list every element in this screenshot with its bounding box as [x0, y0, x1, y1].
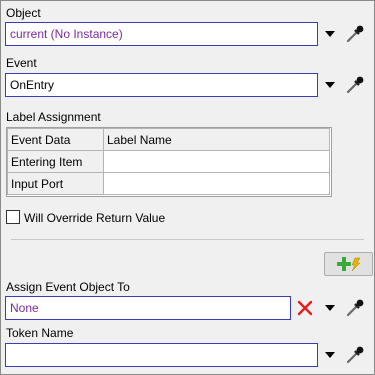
- assign-event-object-dropdown[interactable]: [323, 296, 337, 320]
- column-header-event-data: Event Data: [7, 128, 104, 151]
- chevron-down-icon: [325, 82, 335, 88]
- table-row: Entering Item: [7, 150, 330, 173]
- table-row: Input Port: [7, 172, 330, 195]
- eyedropper-icon: [346, 346, 364, 364]
- clear-button[interactable]: [295, 297, 315, 319]
- chevron-down-icon: [325, 352, 335, 358]
- override-label: Will Override Return Value: [24, 211, 166, 225]
- eyedropper-icon: [346, 299, 364, 317]
- event-dropdown[interactable]: [323, 73, 337, 97]
- label-name-cell[interactable]: [103, 150, 330, 173]
- token-name-picker-button[interactable]: [344, 344, 366, 366]
- row-header-input-port: Input Port: [7, 172, 104, 195]
- token-name-dropdown[interactable]: [323, 343, 337, 367]
- column-header-label-name: Label Name: [103, 128, 330, 151]
- token-name-label: Token Name: [6, 326, 74, 340]
- assign-event-object-label: Assign Event Object To: [6, 280, 130, 294]
- row-header-entering-item: Entering Item: [7, 150, 104, 173]
- label-assignment-title: Label Assignment: [6, 110, 101, 124]
- eyedropper-icon: [346, 76, 364, 94]
- event-field[interactable]: OnEntry: [5, 73, 318, 97]
- event-picker-button[interactable]: [344, 74, 366, 96]
- object-dropdown[interactable]: [323, 22, 337, 46]
- add-lightning-icon: [336, 257, 361, 272]
- event-properties-panel: Object current (No Instance) Event OnEnt…: [0, 0, 375, 375]
- label-assignment-table: Event Data Label Name Entering Item Inpu…: [6, 127, 332, 197]
- label-name-cell[interactable]: [103, 172, 330, 195]
- red-x-icon: [297, 300, 313, 316]
- object-field[interactable]: current (No Instance): [5, 22, 318, 46]
- object-picker-button[interactable]: [344, 23, 366, 45]
- table-side-strip: [332, 127, 359, 197]
- override-checkbox[interactable]: [6, 210, 20, 224]
- token-name-field[interactable]: [5, 343, 318, 367]
- chevron-down-icon: [325, 31, 335, 37]
- divider: [11, 239, 364, 240]
- assign-event-object-picker-button[interactable]: [344, 297, 366, 319]
- assign-event-object-field[interactable]: None: [5, 296, 291, 320]
- eyedropper-icon: [346, 25, 364, 43]
- object-label: Object: [6, 6, 41, 20]
- event-label: Event: [6, 56, 37, 70]
- add-event-object-button[interactable]: [324, 252, 373, 276]
- chevron-down-icon: [325, 305, 335, 311]
